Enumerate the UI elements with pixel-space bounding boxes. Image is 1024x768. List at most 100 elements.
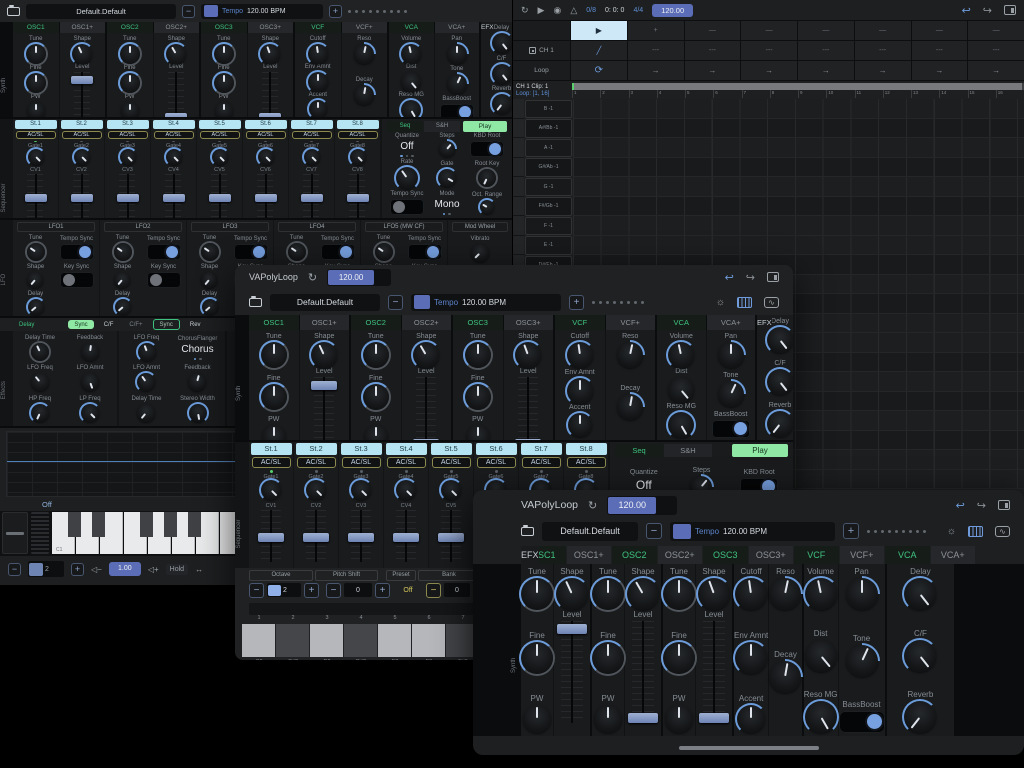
bank-down-button[interactable]: − (426, 582, 441, 598)
tone-knob[interactable] (709, 372, 752, 416)
tab-osc3-plus[interactable]: OSC3+ (247, 22, 293, 33)
note-lane[interactable] (573, 235, 1024, 255)
shape-knob[interactable] (309, 340, 340, 370)
piano-roll-key[interactable] (513, 99, 524, 119)
tab-vcf[interactable]: VCF (295, 22, 341, 33)
accent-slide-button[interactable]: AC/SL (296, 457, 336, 468)
tab-osc1-plus[interactable]: OSC1+ (566, 546, 611, 564)
scene-empty-cell[interactable]: — (741, 21, 797, 40)
clip-empty-cell[interactable]: --- (627, 41, 684, 60)
cv-slider[interactable] (300, 510, 332, 562)
tab-osc3-plus[interactable]: OSC3+ (503, 315, 553, 330)
pan-knob[interactable] (709, 333, 752, 377)
clip-loop-range[interactable]: Loop: [1, 16] (516, 91, 572, 97)
tune-knob[interactable] (519, 576, 555, 612)
fine-knob[interactable] (661, 639, 697, 676)
tab-osc3-plus[interactable]: OSC3+ (748, 546, 793, 564)
redo-icon[interactable]: ↪ (977, 499, 986, 512)
lfo-tune-knob[interactable] (287, 243, 306, 261)
tab-seq[interactable]: Seq (615, 444, 663, 457)
step-button[interactable]: St.1 (250, 443, 292, 455)
delay-time-knob[interactable] (30, 342, 49, 361)
volume-knob[interactable] (666, 340, 697, 370)
vibrato-knob[interactable] (471, 244, 489, 262)
bpm-value[interactable]: 120.00 (328, 269, 375, 285)
key-width-icon[interactable]: ↔ (195, 565, 203, 574)
tab-osc2[interactable]: OSC2 (107, 22, 153, 33)
octave-up-button[interactable]: + (304, 582, 319, 598)
gate-knob[interactable] (163, 147, 184, 167)
hold-button[interactable]: Hold (165, 563, 189, 575)
bpm-field[interactable]: 120.00 (607, 495, 678, 515)
fx-cf-sync-button[interactable]: Sync (152, 319, 180, 330)
tempo-slider-thumb[interactable] (673, 523, 691, 539)
lfo-amnt-knob[interactable] (80, 373, 99, 392)
cf-feedback-knob[interactable] (188, 373, 207, 392)
cf-lfo-freq-knob[interactable] (135, 340, 158, 363)
cv-slider[interactable] (390, 510, 422, 562)
pw-knob[interactable] (665, 705, 693, 733)
loop-follow-cell[interactable]: → (798, 61, 854, 80)
scope-view-icon[interactable]: ∿ (764, 296, 779, 308)
accent-knob[interactable] (565, 411, 594, 439)
volume-knob[interactable] (399, 42, 424, 66)
tab-osc2-plus[interactable]: OSC2+ (657, 546, 702, 564)
cf-lfo-amnt-knob[interactable] (135, 371, 158, 394)
env-amnt-knob[interactable] (733, 639, 770, 676)
root-key-knob[interactable] (478, 168, 496, 187)
lfo-delay-knob[interactable] (112, 297, 133, 317)
octave-down-button[interactable]: − (8, 562, 21, 576)
lfo-tempo-sync-toggle[interactable] (320, 244, 355, 260)
clip-empty-cell[interactable]: --- (684, 41, 741, 60)
bpm-button[interactable]: 120.00 (652, 3, 694, 17)
note-lane[interactable] (573, 177, 1024, 197)
panel-toggle-icon[interactable] (1004, 5, 1016, 15)
tone-knob[interactable] (836, 635, 887, 686)
clip-empty-cell[interactable]: --- (854, 41, 911, 60)
loop-follow-cell[interactable]: → (968, 61, 1024, 80)
panel-toggle-icon[interactable] (767, 272, 779, 282)
tab-vcf-plus[interactable]: VCF+ (605, 315, 655, 330)
scene-empty-cell[interactable]: — (684, 21, 741, 40)
accent-slide-button[interactable]: AC/SL (245, 131, 286, 139)
accent-slide-button[interactable]: AC/SL (251, 457, 291, 468)
level-slider[interactable] (308, 377, 341, 449)
env-amnt-knob[interactable] (564, 375, 595, 406)
loop-region-bar[interactable] (572, 83, 1024, 90)
tempo-field[interactable]: Tempo 120.00 BPM (411, 293, 561, 311)
page-dots[interactable] (592, 300, 644, 304)
page-dots[interactable] (348, 9, 407, 13)
tab-osc1[interactable]: OSC1 (249, 315, 299, 330)
undo-icon[interactable]: ↩ (725, 271, 734, 284)
scene-empty-cell[interactable]: — (911, 21, 968, 40)
accent-slide-button[interactable]: AC/SL (107, 131, 148, 139)
shape-knob[interactable] (411, 340, 442, 370)
tab-vcf-plus[interactable]: VCF+ (839, 546, 884, 564)
velocity-up-icon[interactable]: ◁+ (148, 565, 159, 574)
quantize-value[interactable]: Off (400, 141, 413, 152)
clip-empty-cell[interactable]: --- (741, 41, 797, 60)
lfo-shape-knob[interactable] (114, 272, 131, 288)
accent-slide-button[interactable]: AC/SL (566, 457, 606, 468)
accent-slide-button[interactable]: AC/SL (476, 457, 516, 468)
loop-cell-icon[interactable]: ⟳ (571, 61, 627, 80)
tune-knob[interactable] (590, 576, 626, 612)
dist-knob[interactable] (668, 377, 695, 403)
bank-field[interactable]: 0 (444, 583, 470, 597)
preset-field[interactable]: Default.Default (270, 293, 380, 311)
fine-knob[interactable] (23, 71, 48, 95)
feedback-knob[interactable] (80, 342, 99, 361)
reso-knob[interactable] (609, 333, 652, 377)
mode-value[interactable]: Mono (434, 199, 459, 210)
note-lane[interactable] (573, 157, 1024, 177)
gate-knob[interactable] (117, 147, 138, 167)
fine-knob[interactable] (462, 381, 493, 412)
accent-knob[interactable] (735, 703, 768, 735)
level-slider[interactable] (696, 621, 732, 723)
bpm-field[interactable]: 120.00 (327, 268, 392, 286)
tab-osc2-plus[interactable]: OSC2+ (153, 22, 199, 33)
page-dots[interactable] (867, 529, 926, 533)
level-slider[interactable] (410, 377, 443, 449)
velocity-value-button[interactable]: 1.00 (108, 562, 141, 576)
bpm-value[interactable]: 120.00 (608, 496, 657, 514)
